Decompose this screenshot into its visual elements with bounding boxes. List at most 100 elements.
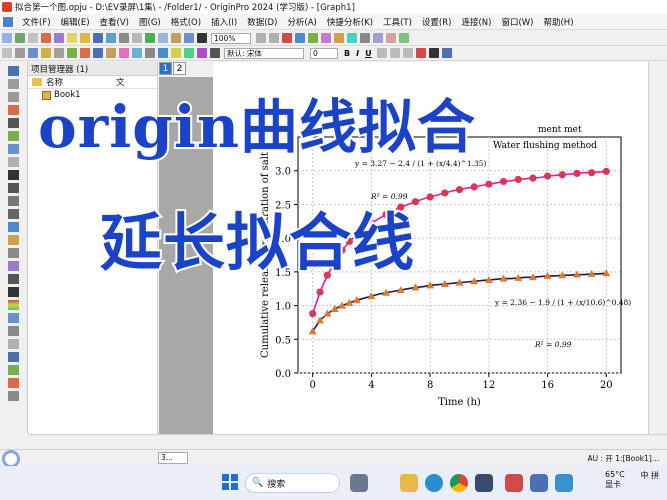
menu-window[interactable]: 窗口(W): [496, 16, 538, 28]
zoom-out-icon[interactable]: [269, 33, 279, 43]
add-layer-icon[interactable]: [295, 33, 305, 43]
refresh-icon[interactable]: [145, 33, 155, 43]
colormap-icon[interactable]: [119, 48, 129, 58]
sort-icon[interactable]: [54, 48, 64, 58]
ellipse-tool-icon[interactable]: [8, 235, 19, 245]
document-icon[interactable]: [3, 16, 13, 27]
menu-view[interactable]: 查看(V): [95, 16, 134, 28]
rectangle-tool-icon[interactable]: [8, 222, 19, 232]
ime-indicator[interactable]: 中: [640, 471, 648, 480]
zoom-in-icon[interactable]: [256, 33, 266, 43]
copy-page-icon[interactable]: [132, 33, 142, 43]
vpn-icon[interactable]: [475, 474, 493, 492]
edge-icon[interactable]: [425, 474, 443, 492]
browser-icon[interactable]: [530, 474, 548, 492]
rescale-tool-icon[interactable]: [8, 326, 19, 336]
layer-icon[interactable]: [106, 48, 116, 58]
menu-format[interactable]: 格式(O): [166, 16, 206, 28]
menu-edit[interactable]: 编辑(E): [56, 16, 95, 28]
crosshair-tool-icon[interactable]: [8, 118, 19, 128]
open-icon[interactable]: [80, 33, 90, 43]
text-icon[interactable]: [210, 48, 220, 58]
data-icon[interactable]: [158, 48, 168, 58]
freehand-tool-icon[interactable]: [8, 274, 19, 284]
color-scale-icon[interactable]: [347, 33, 357, 43]
menu-tools[interactable]: 工具(T): [378, 16, 417, 28]
rescale-icon[interactable]: [282, 33, 292, 43]
link-icon[interactable]: [28, 48, 38, 58]
greek-icon[interactable]: [402, 48, 413, 58]
selector-tool-icon[interactable]: [8, 144, 19, 154]
subscript-icon[interactable]: [389, 48, 400, 58]
menu-graph[interactable]: 图(G): [134, 16, 166, 28]
font-select[interactable]: 默认: 宋体: [224, 47, 304, 59]
font-color-icon[interactable]: [415, 48, 426, 58]
fill-color-icon[interactable]: [441, 48, 452, 58]
fit-icon[interactable]: [399, 33, 409, 43]
new-matrix-icon[interactable]: [54, 33, 64, 43]
superscript-icon[interactable]: [376, 48, 387, 58]
text-tool-icon[interactable]: [8, 170, 19, 180]
font-size-select[interactable]: 0: [310, 47, 338, 59]
menu-analysis[interactable]: 分析(A): [282, 16, 321, 28]
save-icon[interactable]: [93, 33, 103, 43]
zoom-select[interactable]: 100%: [211, 32, 251, 44]
task-view-icon[interactable]: [350, 474, 368, 492]
windows-start-icon[interactable]: [222, 474, 238, 490]
zoom-tool-icon[interactable]: [8, 79, 19, 89]
system-tray[interactable]: 中 拼: [640, 470, 659, 481]
new-book-icon[interactable]: [15, 33, 25, 43]
date-tool-icon[interactable]: [8, 365, 19, 375]
layer-tab-1[interactable]: 1: [159, 62, 172, 75]
menu-settings[interactable]: 设置(R): [417, 16, 457, 28]
export-icon[interactable]: [184, 48, 194, 58]
menu-data[interactable]: 数据(D): [242, 16, 282, 28]
grid-icon[interactable]: [15, 48, 25, 58]
file-explorer-icon[interactable]: [400, 474, 418, 492]
new-graph-icon[interactable]: [41, 33, 51, 43]
import-icon[interactable]: [106, 33, 116, 43]
duplicate-icon[interactable]: [158, 33, 168, 43]
line-color-icon[interactable]: [428, 48, 439, 58]
color-bar-icon[interactable]: [8, 300, 19, 310]
brush-icon[interactable]: [132, 48, 142, 58]
layer-add-icon[interactable]: [8, 313, 19, 323]
mask-icon[interactable]: [171, 48, 181, 58]
legend-tool-icon[interactable]: [8, 339, 19, 349]
extract-icon[interactable]: [321, 33, 331, 43]
region-tool-icon[interactable]: [8, 261, 19, 271]
new-sheet-icon[interactable]: [28, 33, 38, 43]
data-reader-tool-icon[interactable]: [8, 131, 19, 141]
legend-icon[interactable]: [334, 33, 344, 43]
weather-widget[interactable]: 65°C 显卡: [605, 470, 625, 490]
code-builder-icon[interactable]: [171, 33, 181, 43]
curved-arrow-tool-icon[interactable]: [8, 196, 19, 206]
data-reader-icon[interactable]: [373, 33, 383, 43]
polygon-tool-icon[interactable]: [8, 248, 19, 258]
pan-tool-icon[interactable]: [8, 92, 19, 102]
menu-help[interactable]: 帮助(H): [538, 16, 578, 28]
gadget-icon[interactable]: [197, 48, 207, 58]
image-tool-icon[interactable]: [8, 378, 19, 388]
mask-tool-icon[interactable]: [8, 157, 19, 167]
recorder-icon[interactable]: [505, 474, 523, 492]
window-tab[interactable]: 3...: [158, 452, 188, 464]
scale-tool-icon[interactable]: [8, 105, 19, 115]
layer-tab-2[interactable]: 2: [173, 62, 186, 75]
print-icon[interactable]: [119, 33, 129, 43]
table-tool-icon[interactable]: [8, 352, 19, 362]
chart-icon[interactable]: [80, 48, 90, 58]
lock-icon[interactable]: [41, 48, 51, 58]
draw-data-tool-icon[interactable]: [8, 287, 19, 297]
results-log-icon[interactable]: [184, 33, 194, 43]
new-notes-icon[interactable]: [67, 33, 77, 43]
table-icon[interactable]: [93, 48, 103, 58]
underline-button[interactable]: U: [365, 49, 372, 58]
menu-connect[interactable]: 连接(N): [456, 16, 496, 28]
filter-icon[interactable]: [67, 48, 77, 58]
pointer-tool-icon[interactable]: [8, 66, 19, 76]
new-project-icon[interactable]: [2, 33, 12, 43]
menu-insert[interactable]: 插入(I): [206, 16, 242, 28]
chrome-icon[interactable]: [450, 474, 468, 492]
italic-button[interactable]: I: [356, 49, 359, 58]
